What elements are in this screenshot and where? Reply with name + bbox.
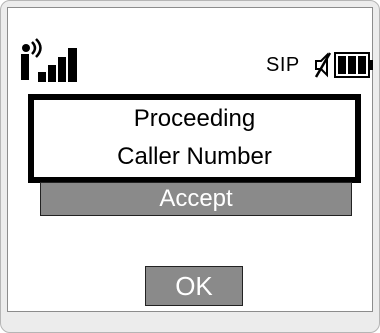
phone-screen: SIP Proceeding Caller Number Accept OK [7,7,373,312]
battery-icon [334,52,373,78]
ok-button[interactable]: OK [145,266,243,306]
mute-icon [314,52,332,78]
phone-device-frame: SIP Proceeding Caller Number Accept OK [0,0,380,333]
call-status-text: Proceeding [133,105,256,132]
accept-button[interactable]: Accept [40,182,352,216]
signal-strength-icon [21,38,77,82]
call-status-dialog: Proceeding Caller Number [28,94,361,183]
network-label: SIP [266,54,300,76]
status-bar: SIP [8,8,373,88]
caller-number-text: Caller Number [117,143,272,170]
